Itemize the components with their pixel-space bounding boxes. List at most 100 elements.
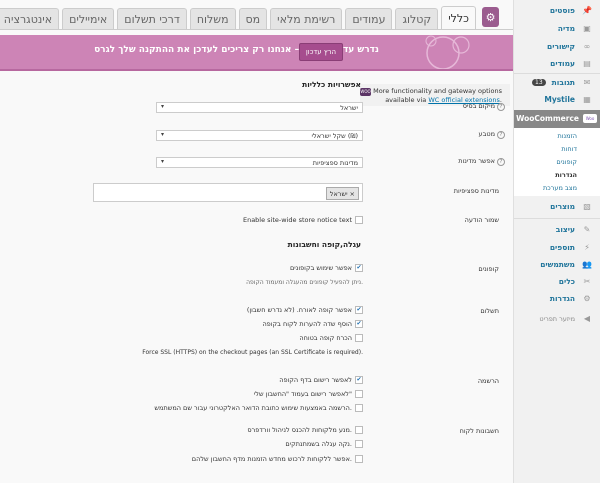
submenu-coupons[interactable]: קופונים <box>556 158 577 166</box>
checkout-label: תשלום <box>480 307 499 315</box>
settings-main: ⚙ כללי קטלוג עמודים רשימת מלאי מס משלוח … <box>0 0 513 483</box>
ssl-description: Force SSL (HTTPS) on the checkout pages … <box>142 349 363 356</box>
store-notice-checkbox-label: Enable site-wide store notice text <box>242 216 352 224</box>
cart-heading: עגלה,קופה וחשבונות <box>287 240 361 249</box>
tab-integration[interactable]: אינטגרציה <box>0 8 60 29</box>
coupons-description: ניתן להפעיל קופונים מהעגלה ומעמוד הקופה. <box>246 279 363 286</box>
secure-checkout-label: הכרח קופה בטוחה <box>299 334 352 342</box>
email-username-checkbox[interactable] <box>355 404 363 412</box>
tools-icon: ✂ <box>583 277 591 286</box>
tab-shipping[interactable]: משלוח <box>189 8 236 29</box>
enable-coupons-label: אפשר שימוש בקופונים <box>289 264 352 272</box>
coupons-label: קופונים <box>478 265 499 273</box>
submenu-orders[interactable]: הזמנות <box>557 132 577 140</box>
settings-tabs: ⚙ כללי קטלוג עמודים רשימת מלאי מס משלוח … <box>0 5 499 29</box>
checkout-registration-checkbox[interactable]: ✔ <box>355 376 363 384</box>
woo-logo-icon: WOO <box>360 88 371 96</box>
reorder-checkbox[interactable] <box>355 455 363 463</box>
base-location-select[interactable]: ישראל ▾ <box>156 102 363 113</box>
store-notice-checkbox[interactable] <box>355 216 363 224</box>
comment-icon: ✉ <box>583 78 591 87</box>
collapse-menu[interactable]: ◀ מיזער תפריט <box>514 310 600 327</box>
allowed-countries-label: אפשר מדינות <box>458 157 495 165</box>
comments-count-badge: 13 <box>532 79 546 86</box>
guest-checkout-checkbox[interactable]: ✔ <box>355 306 363 314</box>
specific-countries-input[interactable]: ישראל × <box>93 183 363 202</box>
users-icon: 👥 <box>582 260 592 269</box>
settings-icon: ⚙ <box>583 294 591 303</box>
help-icon[interactable]: ? <box>497 131 505 139</box>
help-icon[interactable]: ? <box>497 158 505 166</box>
sidebar-item-posts[interactable]: 📌 פוסטים <box>514 2 600 19</box>
reorder-label: אפשר ללקוחות לרכוש מחדש הזמנות מדף החשבו… <box>191 455 352 463</box>
specific-countries-label: מדינות ספציפיות <box>453 187 499 195</box>
products-icon: ▧ <box>583 202 591 211</box>
guest-checkout-label: אפשר קופה לאורח. (לא נדרש חשבון) <box>246 306 352 314</box>
tab-tax[interactable]: מס <box>238 8 268 29</box>
sidebar-item-media[interactable]: ▣ מדיה <box>514 20 600 37</box>
tab-general[interactable]: כללי <box>441 6 476 29</box>
tab-inventory[interactable]: רשימת מלאי <box>270 8 343 29</box>
currency-label: מטבע <box>478 130 495 138</box>
notice-line-1: More functionality and gateway options <box>373 87 502 95</box>
registration-label: הרשמה <box>477 377 499 385</box>
email-username-label: הרשמה באמצעות שימוש כתובת הדואר האלקטרונ… <box>154 404 352 412</box>
clear-cart-label: נקה עגלה בשמתנתקים. <box>285 440 352 448</box>
clear-cart-checkbox[interactable] <box>355 440 363 448</box>
myaccount-registration-label: לאפשר רישום בעמוד "החשבון שלי" <box>253 390 352 398</box>
prevent-admin-checkbox[interactable] <box>355 426 363 434</box>
sidebar-item-appearance[interactable]: ✎ עיצוב <box>514 221 600 238</box>
submenu-settings[interactable]: הגדרות <box>555 171 577 179</box>
currency-select[interactable]: שקל ישראלי (₪) ▾ <box>156 130 363 141</box>
pin-icon: 📌 <box>582 6 592 15</box>
checkout-registration-label: לאפשר רישום בדף הקופה <box>279 376 352 384</box>
sidebar-item-users[interactable]: 👥 משתמשים <box>514 256 600 273</box>
banner-decoration-icon <box>425 35 470 69</box>
run-update-button[interactable]: הרץ עדכון <box>299 43 343 61</box>
appearance-icon: ✎ <box>583 225 591 234</box>
collapse-icon: ◀ <box>583 314 591 323</box>
help-icon[interactable]: ? <box>497 103 505 111</box>
submenu-system-status[interactable]: מצב מערכת <box>543 184 577 192</box>
sidebar-item-woocommerce[interactable]: Woo WooCommerce <box>514 110 600 128</box>
tab-checkout[interactable]: דרכי תשלום <box>117 8 187 29</box>
page-icon: ▤ <box>583 59 591 68</box>
media-icon: ▣ <box>583 24 591 33</box>
chevron-down-icon: ▾ <box>161 131 165 138</box>
plugins-icon: ⚡ <box>584 243 590 252</box>
link-icon: ∞ <box>583 42 591 51</box>
woocommerce-icon: Woo <box>583 114 597 123</box>
submenu-reports[interactable]: דוחות <box>561 145 577 153</box>
sidebar-item-links[interactable]: ∞ קישורים <box>514 38 600 55</box>
chevron-down-icon: ▾ <box>161 103 165 110</box>
tab-divider <box>0 29 513 30</box>
admin-sidebar: 📌 פוסטים ▣ מדיה ∞ קישורים ▤ עמודים ✉ תגובות 13… <box>513 0 600 483</box>
enable-coupons-checkbox[interactable]: ✔ <box>355 264 363 272</box>
settings-gear-icon: ⚙ <box>482 7 499 27</box>
order-notes-checkbox[interactable]: ✔ <box>355 320 363 328</box>
sidebar-item-settings[interactable]: ⚙ הגדרות <box>514 290 600 307</box>
sidebar-item-tools[interactable]: ✂ כלים <box>514 273 600 290</box>
secure-checkout-checkbox[interactable] <box>355 334 363 342</box>
tab-pages[interactable]: עמודים <box>345 8 393 29</box>
theme-icon: ▦ <box>583 95 591 104</box>
chevron-down-icon: ▾ <box>161 158 165 165</box>
sidebar-item-products[interactable]: ▧ מוצרים <box>514 198 600 215</box>
myaccount-registration-checkbox[interactable] <box>355 390 363 398</box>
sidebar-item-plugins[interactable]: ⚡ תוספים <box>514 239 600 256</box>
remove-tag-icon[interactable]: × <box>350 190 355 198</box>
sidebar-item-comments[interactable]: ✉ תגובות 13 <box>514 74 600 91</box>
sidebar-item-mystile[interactable]: ▦ Mystile <box>514 91 600 108</box>
tab-catalog[interactable]: קטלוג <box>395 8 439 29</box>
country-tag: ישראל × <box>325 187 359 200</box>
sidebar-item-pages[interactable]: ▤ עמודים <box>514 55 600 72</box>
woocommerce-submenu: הזמנות דוחות קופונים הגדרות מצב מערכת <box>514 128 600 196</box>
store-notice-label: שמור הודעה <box>464 216 499 224</box>
prevent-admin-label: מנע מלקוחות להכנס לניהול וורדפרס. <box>247 426 352 434</box>
base-location-label: מיקום בסיס <box>462 102 495 110</box>
customer-accounts-label: חשבונות לקוח <box>459 427 499 435</box>
allowed-countries-select[interactable]: מדינות ספציפיות ▾ <box>156 157 363 168</box>
tab-emails[interactable]: אימיילים <box>62 8 115 29</box>
update-banner: נדרש עדכון נתונים – אנחנו רק צריכים לעדכ… <box>0 35 513 71</box>
general-options-heading: אפשרויות כלליות <box>302 80 361 89</box>
